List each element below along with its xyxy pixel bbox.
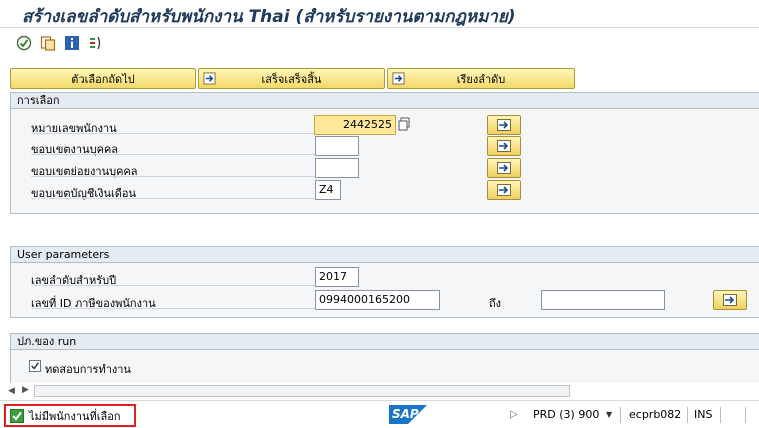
action-button-row: ตัวเลือกถัดไป เสร็จเสร็จสิ้น เรียงลำดับ xyxy=(0,58,759,92)
input-mode[interactable]: INS xyxy=(694,408,712,421)
sort-button[interactable]: เรียงลำดับ xyxy=(387,68,575,89)
complete-button[interactable]: เสร็จเสร็จสิ้น xyxy=(198,68,385,89)
user-parameters-group: User parameters เลขลำดับสำหรับปี 2017 เล… xyxy=(10,246,759,318)
tax-id-from-field[interactable]: 0994000165200 xyxy=(315,290,440,310)
sequence-year-field[interactable]: 2017 xyxy=(315,267,359,287)
payroll-area-field[interactable]: Z4 xyxy=(315,180,341,200)
arrow-right-icon xyxy=(497,119,511,131)
application-toolbar xyxy=(0,28,759,58)
system-info: PRD (3) 900 xyxy=(533,408,600,421)
scroll-left-icon[interactable]: ◀ xyxy=(8,386,18,396)
title-bar: สร้างเลขลำดับสำหรับพนักงาน Thai (สำหรับร… xyxy=(0,0,759,28)
tax-id-label: เลขที่ ID ภาษีของพนักงาน xyxy=(31,297,156,310)
personnel-subarea-field[interactable] xyxy=(315,158,359,178)
status-bar: ไม่มีพนักงานที่เลือก SAP ▷ PRD (3) 900 ▼… xyxy=(0,400,759,428)
selection-group: การเลือก หมายเลขพนักงาน 2442525 ขอบเขตงา… xyxy=(10,92,759,214)
personnel-area-multi-button[interactable] xyxy=(487,136,521,156)
dropdown-arrow-icon[interactable]: ▼ xyxy=(606,410,612,419)
personnel-subarea-multi-button[interactable] xyxy=(487,158,521,178)
variant-icon[interactable] xyxy=(40,35,56,51)
payroll-area-multi-button[interactable] xyxy=(487,180,521,200)
checkmark-icon xyxy=(31,362,39,370)
complete-label: เสร็จเสร็จสิ้น xyxy=(261,72,322,86)
personnel-area-field[interactable] xyxy=(315,136,359,156)
host-name: ecprb082 xyxy=(629,408,682,421)
status-message-text: ไม่มีพนักงานที่เลือก xyxy=(29,409,121,423)
sort-label: เรียงลำดับ xyxy=(456,72,506,86)
arrow-right-icon xyxy=(497,184,511,196)
status-message[interactable]: ไม่มีพนักงานที่เลือก xyxy=(4,404,136,427)
sequence-year-label: เลขลำดับสำหรับปี xyxy=(31,274,117,287)
success-check-icon xyxy=(10,408,24,423)
payroll-area-label: ขอบเขตบัญชีเงินเดือน xyxy=(31,187,137,200)
employee-number-multi-button[interactable] xyxy=(487,115,521,135)
run-parameters-title: ปภ.ของ run xyxy=(11,334,759,350)
selection-group-title: การเลือก xyxy=(11,93,759,109)
run-parameters-group: ปภ.ของ run ทดสอบการทำงาน xyxy=(10,333,759,383)
user-parameters-title: User parameters xyxy=(11,247,759,263)
selection-options-icon[interactable] xyxy=(88,35,104,51)
tax-id-to-field[interactable] xyxy=(541,290,665,310)
sap-logo-text: SAP xyxy=(392,407,419,421)
arrow-right-icon xyxy=(203,72,216,85)
tax-id-multi-button[interactable] xyxy=(713,290,747,310)
arrow-right-icon xyxy=(497,162,511,174)
next-selection-button[interactable]: ตัวเลือกถัดไป xyxy=(10,68,196,89)
personnel-area-label: ขอบเขตงานบุคคล xyxy=(31,143,119,156)
scroll-right-icon[interactable]: ▶ xyxy=(22,385,29,395)
info-icon[interactable] xyxy=(64,35,80,51)
arrow-right-icon xyxy=(392,72,405,85)
next-selection-label: ตัวเลือกถัดไป xyxy=(71,72,135,86)
personnel-subarea-label: ขอบเขตย่อยงานบุคคล xyxy=(31,165,138,178)
arrow-right-icon xyxy=(723,294,737,306)
horizontal-scrollbar[interactable]: ◀ ▶ xyxy=(8,384,570,398)
employee-number-field[interactable]: 2442525 xyxy=(314,115,396,135)
arrow-right-icon xyxy=(497,140,511,152)
employee-number-label: หมายเลขพนักงาน xyxy=(31,122,117,135)
test-run-label: ทดสอบการทำงาน xyxy=(45,363,131,376)
scroll-thumb[interactable] xyxy=(34,385,570,397)
test-run-checkbox[interactable] xyxy=(29,360,41,372)
play-icon[interactable]: ▷ xyxy=(510,409,518,420)
multiple-selection-icon[interactable] xyxy=(398,117,410,131)
page-title: สร้างเลขลำดับสำหรับพนักงาน Thai (สำหรับร… xyxy=(22,7,516,27)
sap-logo: SAP xyxy=(389,405,427,424)
to-label: ถึง xyxy=(489,297,502,310)
execute-icon[interactable] xyxy=(16,35,32,51)
